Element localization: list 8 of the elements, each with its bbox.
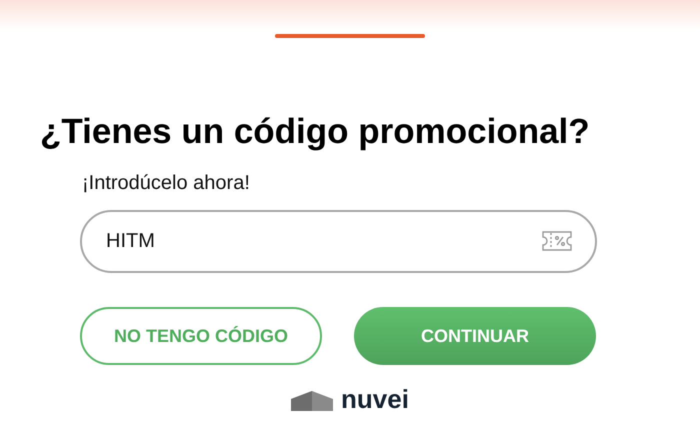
- promo-code-field[interactable]: HITM: [80, 210, 597, 273]
- cube-logo-icon: [291, 391, 334, 411]
- no-code-button[interactable]: NO TENGO CÓDIGO: [80, 307, 322, 365]
- brand-logo: nuvei: [341, 387, 409, 411]
- page-title: ¿Tienes un código promocional?: [40, 111, 591, 153]
- subtitle: ¡Introdúcelo ahora!: [82, 171, 251, 196]
- continue-button[interactable]: CONTINUAR: [354, 307, 596, 365]
- ticket-percent-icon: [541, 230, 573, 252]
